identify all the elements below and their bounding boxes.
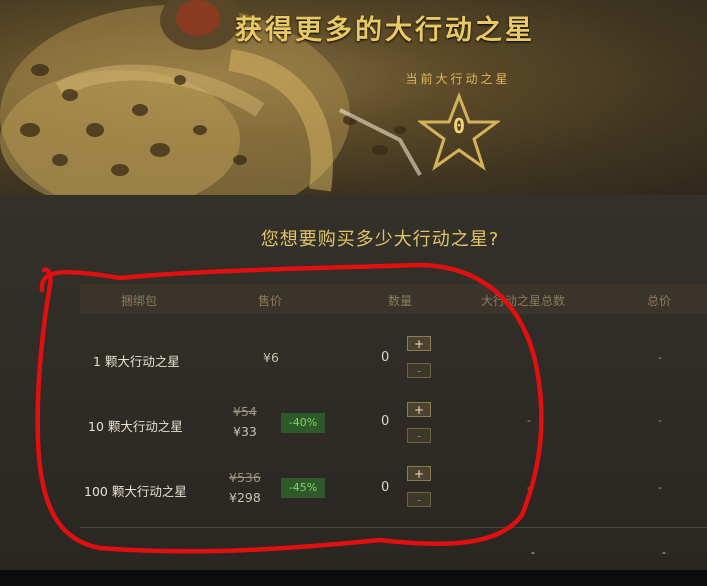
row-total-price: - <box>658 351 662 364</box>
original-price: ¥54 <box>233 404 257 419</box>
bundle-price: ¥6 <box>263 350 279 365</box>
increase-quantity-button[interactable]: + <box>407 466 431 481</box>
page-title: 获得更多的大行动之星 <box>235 15 535 46</box>
column-header-total-stars: 大行动之星总数 <box>481 294 566 308</box>
bundle-price: ¥298 <box>229 490 261 505</box>
discount-badge: -45% <box>281 478 325 498</box>
current-stars-badge: 0 <box>416 91 502 172</box>
footer-total-price: - <box>662 546 666 559</box>
bundle-price: ¥33 <box>233 424 257 439</box>
decrease-quantity-button[interactable]: - <box>407 363 431 378</box>
quantity-value: 0 <box>381 480 390 495</box>
quantity-value: 0 <box>381 414 390 429</box>
bundle-name: 100 颗大行动之星 <box>84 484 187 499</box>
hero-banner: 获得更多的大行动之星 当前大行动之星 0 <box>0 0 707 195</box>
decrease-quantity-button[interactable]: - <box>407 492 431 507</box>
footer-total-stars: - <box>531 546 535 559</box>
purchase-question: 您想要购买多少大行动之星? <box>260 229 500 250</box>
column-header-bundle: 捆绑包 <box>121 294 158 308</box>
bundle-name: 1 颗大行动之星 <box>93 354 180 369</box>
original-price: ¥536 <box>229 470 261 485</box>
column-header-price: 售价 <box>258 294 283 308</box>
row-total-stars: - <box>527 481 531 494</box>
row-total-stars: - <box>527 414 531 427</box>
table-divider <box>80 527 707 528</box>
current-stars-count: 0 <box>452 114 466 138</box>
increase-quantity-button[interactable]: + <box>407 402 431 417</box>
current-stars-label: 当前大行动之星 <box>405 72 511 86</box>
row-total-price: - <box>658 481 662 494</box>
quantity-value: 0 <box>381 350 390 365</box>
discount-badge: -40% <box>281 413 325 433</box>
bottom-bar <box>0 570 707 586</box>
column-header-total-price: 总价 <box>647 294 672 308</box>
decrease-quantity-button[interactable]: - <box>407 428 431 443</box>
increase-quantity-button[interactable]: + <box>407 336 431 351</box>
column-header-quantity: 数量 <box>388 294 413 308</box>
bundle-name: 10 颗大行动之星 <box>88 419 183 434</box>
purchase-panel <box>0 195 707 570</box>
row-total-price: - <box>658 414 662 427</box>
